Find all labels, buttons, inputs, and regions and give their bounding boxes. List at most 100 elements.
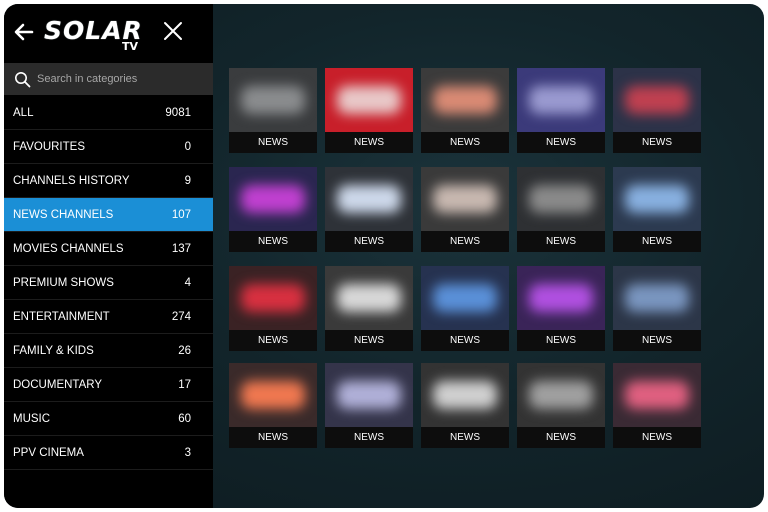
channel-tile[interactable]: NEWS	[229, 266, 317, 351]
category-item[interactable]: CHANNELS HISTORY 9	[4, 164, 213, 198]
app-window: SOLAR TV ALL 9081 FAVOURITES 0 CHANNELS HIST…	[4, 4, 764, 508]
solar-tv-logo: SOLAR TV	[44, 14, 150, 54]
channel-logo-thumbnail	[325, 167, 413, 231]
channel-logo-thumbnail	[325, 363, 413, 427]
channel-tile[interactable]: NEWS	[613, 68, 701, 153]
blurred-logo	[625, 185, 689, 213]
channel-tile[interactable]: NEWS	[613, 167, 701, 252]
channel-tile[interactable]: NEWS	[517, 167, 605, 252]
channel-logo-thumbnail	[325, 68, 413, 132]
channel-logo-thumbnail	[421, 266, 509, 330]
category-label: CHANNELS HISTORY	[13, 174, 130, 187]
channel-label: NEWS	[517, 427, 605, 448]
blurred-logo	[529, 381, 593, 409]
channel-tile[interactable]: NEWS	[517, 266, 605, 351]
category-count: 9	[184, 174, 191, 187]
category-item[interactable]: NEWS CHANNELS 107	[4, 198, 213, 232]
channel-label: NEWS	[517, 132, 605, 153]
channel-logo-thumbnail	[517, 363, 605, 427]
blurred-logo	[433, 284, 497, 312]
blurred-logo	[337, 284, 401, 312]
category-label: NEWS CHANNELS	[13, 208, 114, 221]
channel-tile[interactable]: NEWS	[229, 363, 317, 448]
channel-tile[interactable]: NEWS	[421, 68, 509, 153]
channel-logo-thumbnail	[517, 167, 605, 231]
category-item[interactable]: DOCUMENTARY 17	[4, 368, 213, 402]
search-icon	[15, 71, 31, 87]
category-sidebar: SOLAR TV ALL 9081 FAVOURITES 0 CHANNELS HIST…	[4, 4, 213, 508]
channel-label: NEWS	[517, 330, 605, 351]
channel-logo-thumbnail	[613, 68, 701, 132]
blurred-logo	[337, 86, 401, 114]
channel-tile[interactable]: NEWS	[229, 167, 317, 252]
category-label: ENTERTAINMENT	[13, 310, 110, 323]
channel-label: NEWS	[421, 132, 509, 153]
logo-subtext: TV	[122, 40, 139, 53]
blurred-logo	[625, 284, 689, 312]
search-input[interactable]	[37, 73, 197, 85]
category-label: FAVOURITES	[13, 140, 85, 153]
blurred-logo	[241, 284, 305, 312]
blurred-logo	[625, 86, 689, 114]
channel-logo-thumbnail	[517, 68, 605, 132]
channel-label: NEWS	[421, 330, 509, 351]
category-item[interactable]: FAMILY & KIDS 26	[4, 334, 213, 368]
channel-tile[interactable]: NEWS	[421, 266, 509, 351]
channel-label: NEWS	[613, 330, 701, 351]
channel-tile[interactable]: NEWS	[325, 68, 413, 153]
channel-logo-thumbnail	[325, 266, 413, 330]
channel-label: NEWS	[325, 427, 413, 448]
channel-label: NEWS	[421, 231, 509, 252]
category-item[interactable]: ALL 9081	[4, 96, 213, 130]
category-label: PREMIUM SHOWS	[13, 276, 114, 289]
category-list: ALL 9081 FAVOURITES 0 CHANNELS HISTORY 9 NEWS …	[4, 96, 213, 470]
channel-tile[interactable]: NEWS	[229, 68, 317, 153]
channel-logo-thumbnail	[613, 363, 701, 427]
channel-logo-thumbnail	[421, 68, 509, 132]
category-search[interactable]	[4, 63, 213, 95]
category-label: DOCUMENTARY	[13, 378, 103, 391]
category-label: FAMILY & KIDS	[13, 344, 94, 357]
category-item[interactable]: PREMIUM SHOWS 4	[4, 266, 213, 300]
category-count: 60	[178, 412, 191, 425]
blurred-logo	[337, 381, 401, 409]
channel-label: NEWS	[325, 231, 413, 252]
category-item[interactable]: PPV CINEMA 3	[4, 436, 213, 470]
category-item[interactable]: MOVIES CHANNELS 137	[4, 232, 213, 266]
category-label: MUSIC	[13, 412, 51, 425]
channel-logo-thumbnail	[421, 167, 509, 231]
channel-logo-thumbnail	[517, 266, 605, 330]
channel-tile[interactable]: NEWS	[517, 68, 605, 153]
arrow-left-icon[interactable]	[12, 20, 36, 44]
blurred-logo	[241, 185, 305, 213]
category-item[interactable]: FAVOURITES 0	[4, 130, 213, 164]
channel-logo-thumbnail	[421, 363, 509, 427]
category-item[interactable]: ENTERTAINMENT 274	[4, 300, 213, 334]
channel-logo-thumbnail	[229, 68, 317, 132]
blurred-logo	[433, 185, 497, 213]
blurred-logo	[529, 185, 593, 213]
blurred-logo	[337, 185, 401, 213]
category-count: 3	[184, 446, 191, 459]
channel-label: NEWS	[229, 427, 317, 448]
channel-tile[interactable]: NEWS	[517, 363, 605, 448]
channel-label: NEWS	[421, 427, 509, 448]
channel-label: NEWS	[229, 330, 317, 351]
channel-label: NEWS	[325, 330, 413, 351]
channel-tile[interactable]: NEWS	[421, 363, 509, 448]
category-count: 0	[184, 140, 191, 153]
category-label: MOVIES CHANNELS	[13, 242, 124, 255]
channel-tile[interactable]: NEWS	[613, 363, 701, 448]
channel-tile[interactable]: NEWS	[325, 167, 413, 252]
channel-label: NEWS	[613, 231, 701, 252]
channel-tile[interactable]: NEWS	[325, 266, 413, 351]
category-item[interactable]: MUSIC 60	[4, 402, 213, 436]
channel-label: NEWS	[613, 427, 701, 448]
channel-tile[interactable]: NEWS	[421, 167, 509, 252]
category-label: PPV CINEMA	[13, 446, 84, 459]
close-icon[interactable]	[162, 20, 184, 42]
channel-tile[interactable]: NEWS	[613, 266, 701, 351]
category-label: ALL	[13, 106, 34, 119]
channel-tile[interactable]: NEWS	[325, 363, 413, 448]
channel-label: NEWS	[517, 231, 605, 252]
